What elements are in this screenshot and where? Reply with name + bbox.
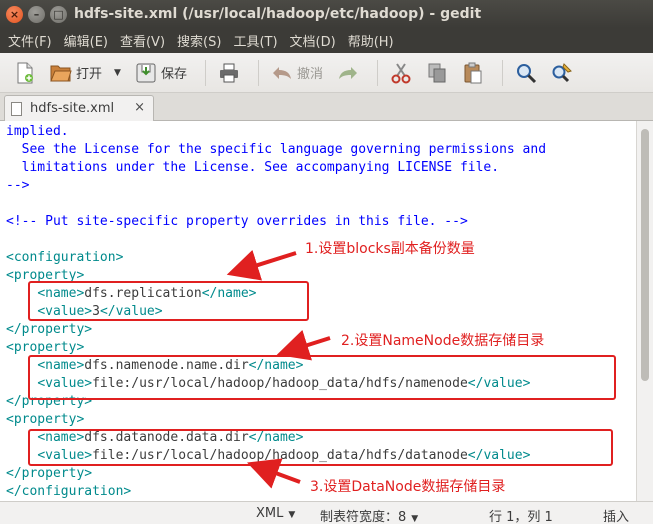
replace-button[interactable] [547, 58, 577, 88]
minimize-icon: – [33, 7, 40, 21]
code-line: </configuration> [6, 483, 131, 501]
tab-hdfs-site-xml[interactable]: hdfs-site.xml × [4, 95, 154, 121]
menu-documents[interactable]: 文档(D) [290, 31, 336, 50]
code-token: </property> [6, 322, 93, 337]
code-line: --> [6, 177, 29, 195]
open-button[interactable]: 打开 [46, 58, 106, 88]
tab-bar: hdfs-site.xml × [0, 93, 653, 121]
copy-icon [426, 62, 448, 84]
close-window-button[interactable]: × [6, 5, 23, 23]
maximize-window-button[interactable]: □ [50, 5, 67, 23]
maximize-icon: □ [53, 7, 64, 21]
menu-search[interactable]: 搜索(S) [177, 31, 221, 50]
folder-open-icon [50, 62, 72, 84]
annotation-box-replication [28, 281, 309, 321]
toolbar-separator [257, 59, 259, 86]
annotation-label-replication: 1.设置blocks副本备份数量 [305, 241, 475, 257]
close-icon: × [9, 7, 20, 21]
new-document-button[interactable] [10, 58, 40, 88]
new-document-icon [14, 62, 36, 84]
insert-mode: 插入 [603, 510, 630, 524]
toolbar-separator [204, 59, 206, 86]
undo-button[interactable]: 撤消 [267, 58, 327, 88]
code-line: implied. [6, 123, 69, 141]
menu-help[interactable]: 帮助(H) [348, 31, 394, 50]
toolbar: 打开 ▼ 保存 撤消 [0, 53, 653, 93]
minimize-window-button[interactable]: – [28, 5, 45, 23]
paste-icon [462, 62, 484, 84]
chevron-down-icon: ▼ [411, 514, 419, 524]
code-line: <!-- Put site-specific property override… [6, 213, 468, 231]
open-dropdown-icon[interactable]: ▼ [114, 68, 121, 78]
chevron-down-icon: ▼ [288, 510, 296, 520]
tab-label: hdfs-site.xml [30, 101, 115, 116]
code-token: --> [6, 178, 30, 193]
document-icon [11, 101, 22, 116]
redo-button[interactable] [333, 58, 363, 88]
find-button[interactable] [511, 58, 541, 88]
code-line: <property> [6, 411, 84, 429]
paste-button[interactable] [458, 58, 488, 88]
menu-edit[interactable]: 编辑(E) [64, 31, 108, 50]
copy-button[interactable] [422, 58, 452, 88]
print-button[interactable] [214, 58, 244, 88]
save-label: 保存 [160, 67, 187, 82]
tab-close-icon[interactable]: × [134, 100, 145, 115]
menu-view[interactable]: 查看(V) [120, 31, 165, 50]
code-token: </configuration> [6, 484, 132, 499]
redo-icon [337, 62, 359, 84]
annotation-label-namenode: 2.设置NameNode数据存储目录 [341, 333, 545, 349]
menu-bar: 文件(F) 编辑(E) 查看(V) 搜索(S) 工具(T) 文档(D) 帮助(H… [0, 28, 653, 53]
cursor-position: 行 1，列 1 [489, 510, 553, 524]
menu-tools[interactable]: 工具(T) [233, 31, 277, 50]
annotation-box-datanode [28, 429, 613, 466]
find-replace-icon [551, 62, 573, 84]
vertical-scrollbar[interactable] [636, 121, 653, 501]
title-bar: × – □ hdfs-site.xml (/usr/local/hadoop/e… [0, 0, 653, 28]
scissors-icon [390, 62, 412, 84]
code-line: See the License for the specific languag… [6, 141, 546, 159]
code-token: <configuration> [6, 250, 124, 265]
toolbar-separator [376, 59, 378, 86]
toolbar-separator [501, 59, 503, 86]
code-token: <!-- Put site-specific property override… [6, 214, 468, 229]
annotation-label-datanode: 3.设置DataNode数据存储目录 [310, 479, 506, 495]
code-line: </property> [6, 465, 92, 483]
code-token: limitations under the License. See accom… [6, 160, 500, 175]
save-icon [135, 62, 157, 84]
code-token: <property> [6, 340, 85, 355]
code-token: </property> [6, 466, 93, 481]
tab-width-label: 制表符宽度：8 [320, 510, 407, 524]
scrollbar-thumb[interactable] [641, 129, 649, 381]
code-token: See the License for the specific languag… [6, 142, 547, 157]
tab-width-selector[interactable]: 制表符宽度：8 ▼ [320, 506, 418, 524]
open-label: 打开 [76, 67, 103, 82]
code-token: <property> [6, 412, 85, 427]
save-button[interactable]: 保存 [131, 58, 191, 88]
undo-icon [271, 62, 293, 84]
status-bar: XML ▼ 制表符宽度：8 ▼ 行 1，列 1 插入 [0, 501, 653, 524]
printer-icon [218, 62, 240, 84]
cut-button[interactable] [386, 58, 416, 88]
code-line: </property> [6, 321, 92, 339]
code-line: <configuration> [6, 249, 123, 267]
code-line: limitations under the License. See accom… [6, 159, 499, 177]
undo-label: 撤消 [296, 67, 323, 82]
window-title: hdfs-site.xml (/usr/local/hadoop/etc/had… [74, 6, 482, 22]
annotation-box-namenode [28, 355, 616, 400]
code-token: implied. [6, 124, 69, 139]
search-icon [515, 62, 537, 84]
menu-file[interactable]: 文件(F) [8, 31, 52, 50]
language-selector[interactable]: XML ▼ [256, 506, 295, 521]
language-label: XML [256, 506, 284, 521]
